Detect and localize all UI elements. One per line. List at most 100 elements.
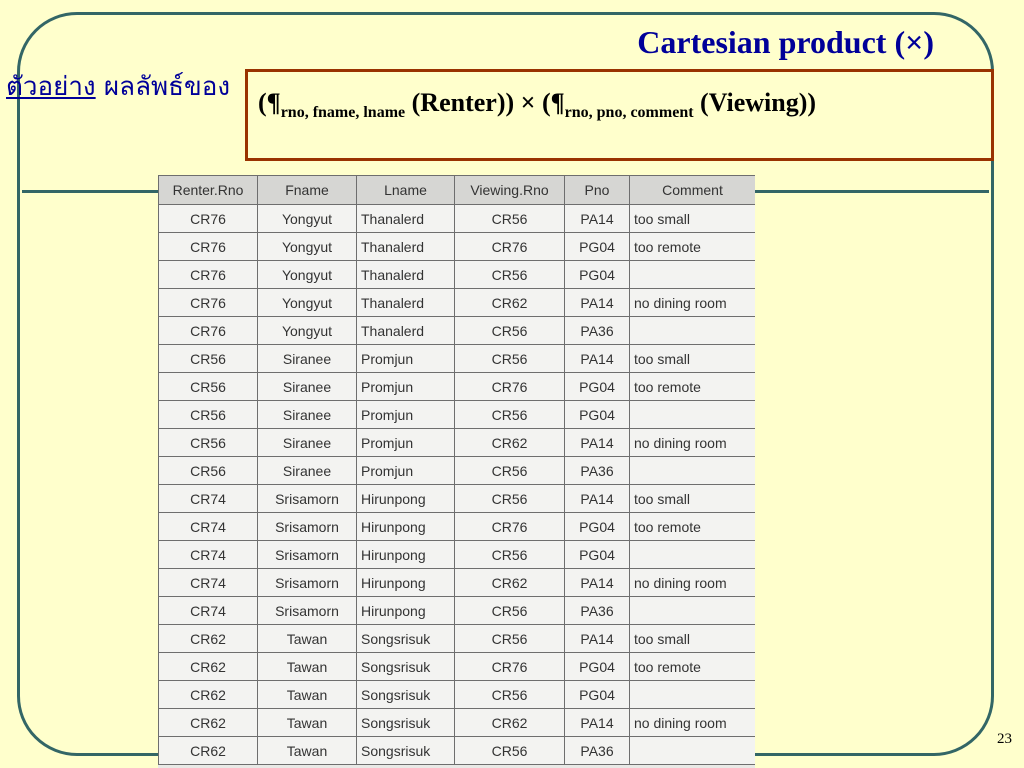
table-cell: Siranee <box>257 400 357 429</box>
column-header: Viewing.Rno <box>454 175 565 205</box>
table-cell: Tawan <box>257 652 357 681</box>
table-row: CR56 Siranee Promjun CR56 PA14 too small <box>158 344 755 373</box>
table-cell: PG04 <box>564 512 630 541</box>
formula-projection-viewing: rno, pno, comment <box>564 104 694 121</box>
table-cell: Yongyut <box>257 232 357 261</box>
formula-projection-renter: rno, fname, lname <box>280 104 406 121</box>
table-cell: Tawan <box>257 624 357 653</box>
column-header: Renter.Rno <box>158 175 258 205</box>
table-cell: PA14 <box>564 484 630 513</box>
table-cell: CR76 <box>158 288 258 317</box>
column-header: Pno <box>564 175 630 205</box>
table-cell: Siranee <box>257 372 357 401</box>
table-row: CR56 Siranee Promjun CR76 PG04 too remote <box>158 372 755 401</box>
table-cell: Siranee <box>257 456 357 485</box>
table-row: CR74 Srisamorn Hirunpong CR56 PA14 too small <box>158 484 755 513</box>
table-cell: CR56 <box>158 372 258 401</box>
column-header: Fname <box>257 175 357 205</box>
table-row: CR76 Yongyut Thanalerd CR76 PG04 too remote <box>158 232 755 261</box>
table-cell: CR56 <box>454 260 565 289</box>
table-cell <box>629 680 755 709</box>
formula-open: (¶ <box>258 88 281 117</box>
table-cell: PA36 <box>564 596 630 625</box>
table-cell: CR76 <box>454 372 565 401</box>
table-cell: CR76 <box>454 652 565 681</box>
table-cell: PA14 <box>564 428 630 457</box>
table-row: CR74 Srisamorn Hirunpong CR56 PA36 <box>158 596 755 625</box>
table-cell: Siranee <box>257 344 357 373</box>
table-row: CR56 Siranee Promjun CR56 PA36 <box>158 456 755 485</box>
table-cell: CR74 <box>158 596 258 625</box>
table-cell: PA14 <box>564 288 630 317</box>
table-cell: CR56 <box>454 456 565 485</box>
table-cell: Songsrisuk <box>356 652 455 681</box>
table-cell <box>629 400 755 429</box>
table-row: CR76 Yongyut Thanalerd CR56 PG04 <box>158 260 755 289</box>
table-cell: Hirunpong <box>356 484 455 513</box>
table-cell: Promjun <box>356 344 455 373</box>
table-cell: Thanalerd <box>356 316 455 345</box>
table-cell: CR76 <box>158 316 258 345</box>
page-number: 23 <box>997 731 1012 747</box>
table-cell: CR56 <box>454 596 565 625</box>
table-cell: CR62 <box>158 652 258 681</box>
result-table: Renter.Rno Fname Lname Viewing.Rno Pno Commen… <box>158 175 755 765</box>
table-cell: Srisamorn <box>257 596 357 625</box>
table-cell: PA36 <box>564 456 630 485</box>
table-cell: CR62 <box>454 708 565 737</box>
table-cell: CR56 <box>454 484 565 513</box>
table-cell: no dining room <box>629 428 755 457</box>
table-row: CR56 Siranee Promjun CR56 PG04 <box>158 400 755 429</box>
table-cell: CR56 <box>454 400 565 429</box>
table-body: CR76 Yongyut Thanalerd CR56 PA14 too small CR7… <box>158 204 755 765</box>
table-cell <box>629 736 755 765</box>
table-cell: CR56 <box>454 624 565 653</box>
table-cell: PA14 <box>564 204 630 233</box>
table-cell: CR74 <box>158 540 258 569</box>
example-label[interactable]: ตัวอย่าง <box>6 72 96 102</box>
table-cell: CR76 <box>158 204 258 233</box>
table-cell: CR74 <box>158 512 258 541</box>
table-cell: Thanalerd <box>356 232 455 261</box>
table-cell <box>629 596 755 625</box>
table-cell: Yongyut <box>257 204 357 233</box>
result-table-container: Renter.Rno Fname Lname Viewing.Rno Pno Commen… <box>158 175 755 768</box>
table-cell: Songsrisuk <box>356 708 455 737</box>
table-cell: no dining room <box>629 568 755 597</box>
slide-title: Cartesian product (×) <box>637 24 934 60</box>
table-cell <box>629 540 755 569</box>
table-cell: too remote <box>629 372 755 401</box>
table-cell: Songsrisuk <box>356 736 455 765</box>
table-cell: PA36 <box>564 736 630 765</box>
table-cell: too small <box>629 204 755 233</box>
table-row: CR62 Tawan Songsrisuk CR56 PG04 <box>158 680 755 709</box>
table-cell: Hirunpong <box>356 596 455 625</box>
table-cell: PA14 <box>564 344 630 373</box>
table-cell: CR76 <box>454 512 565 541</box>
table-cell: CR56 <box>454 344 565 373</box>
table-cell: too remote <box>629 512 755 541</box>
table-row: CR74 Srisamorn Hirunpong CR62 PA14 no dining … <box>158 568 755 597</box>
table-cell: Promjun <box>356 400 455 429</box>
table-cell: PG04 <box>564 652 630 681</box>
divider-left <box>22 190 160 193</box>
table-cell: PG04 <box>564 400 630 429</box>
table-cell: Promjun <box>356 428 455 457</box>
table-cell: Hirunpong <box>356 568 455 597</box>
table-cell: PG04 <box>564 680 630 709</box>
table-cell: Yongyut <box>257 260 357 289</box>
table-cell: Srisamorn <box>257 484 357 513</box>
table-cell: CR76 <box>158 260 258 289</box>
table-row: CR76 Yongyut Thanalerd CR56 PA14 too small <box>158 204 755 233</box>
table-row: CR62 Tawan Songsrisuk CR62 PA14 no dining roo… <box>158 708 755 737</box>
table-cell: CR56 <box>158 344 258 373</box>
table-cell: CR56 <box>454 316 565 345</box>
table-cell: Srisamorn <box>257 540 357 569</box>
example-text: ผลลัพธ์ของ <box>103 72 231 102</box>
table-cell: CR62 <box>158 736 258 765</box>
table-row: CR74 Srisamorn Hirunpong CR56 PG04 <box>158 540 755 569</box>
formula-viewing: (Viewing)) <box>693 88 817 117</box>
table-cell: CR56 <box>158 428 258 457</box>
table-row: CR76 Yongyut Thanalerd CR56 PA36 <box>158 316 755 345</box>
table-cell: Srisamorn <box>257 568 357 597</box>
